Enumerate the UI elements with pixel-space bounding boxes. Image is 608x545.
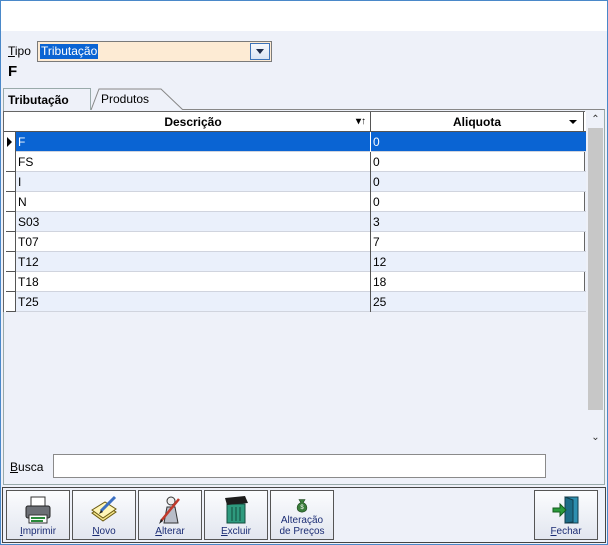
alterar-button[interactable]: Alterar: [138, 490, 202, 540]
row-indicator: [4, 272, 16, 292]
cell-aliquota: 12: [373, 255, 387, 269]
grid-header: Descrição ▾↑ Aliquota: [4, 112, 586, 132]
printer-icon: [25, 496, 51, 524]
row-indicator: [4, 132, 16, 152]
table-row[interactable]: T18 18: [4, 272, 586, 292]
cell-descricao: T12: [18, 252, 371, 272]
table-row[interactable]: T07 7: [4, 232, 586, 252]
tipo-select[interactable]: Tributação: [37, 41, 272, 62]
cell-descricao: FS: [18, 152, 371, 172]
tab-tributacao[interactable]: Tributação: [3, 88, 91, 110]
money-bag-icon: $: [296, 499, 308, 513]
busca-label: Busca: [10, 460, 44, 474]
cell-descricao: F: [18, 132, 371, 152]
vertical-scrollbar[interactable]: ⌃ ⌄: [587, 111, 604, 446]
cell-aliquota: 7: [373, 235, 380, 249]
cell-aliquota: 3: [373, 215, 380, 229]
cell-descricao: N: [18, 192, 371, 212]
excluir-button[interactable]: Excluir: [204, 490, 268, 540]
cell-descricao: T25: [18, 292, 371, 312]
chevron-down-icon: ⌄: [591, 432, 600, 443]
table-row[interactable]: N 0: [4, 192, 586, 212]
current-row-arrow-icon: [7, 137, 12, 147]
new-document-icon: [91, 495, 117, 522]
table-row[interactable]: S03 3: [4, 212, 586, 232]
edit-user-icon: [159, 496, 180, 524]
column-header-descricao[interactable]: Descrição ▾↑: [16, 112, 371, 132]
chevron-up-icon: ⌃: [591, 114, 600, 125]
tipo-selected-value: Tributação: [40, 44, 99, 59]
tab-produtos[interactable]: Produtos: [91, 88, 183, 110]
alteracao-precos-button[interactable]: $ Alteração de Preços: [270, 490, 334, 540]
alterar-label: Alterar: [155, 526, 185, 537]
action-toolbar: Imprimir Novo Alterar Excluir $ Alteraçã…: [2, 487, 606, 543]
alteracao-precos-label: Alteração de Preços: [279, 515, 325, 537]
cell-descricao: T18: [18, 272, 371, 292]
table-row[interactable]: I 0: [4, 172, 586, 192]
cell-descricao: S03: [18, 212, 371, 232]
row-indicator: [4, 232, 16, 252]
column-dropdown-icon: [569, 120, 577, 124]
cell-aliquota: 0: [373, 195, 380, 209]
sort-icon: ▾↑: [355, 116, 366, 127]
cell-descricao: I: [18, 172, 371, 192]
row-indicator: [4, 152, 16, 172]
chevron-down-icon: [256, 49, 264, 54]
column-header-aliquota[interactable]: Aliquota: [371, 112, 584, 132]
cell-aliquota: 25: [373, 295, 387, 309]
current-code: F: [8, 63, 18, 80]
row-indicator: [4, 212, 16, 232]
cell-aliquota: 18: [373, 275, 387, 289]
exit-door-icon: [552, 496, 579, 524]
table-row[interactable]: T12 12: [4, 252, 586, 272]
table-row[interactable]: T25 25: [4, 292, 586, 312]
cell-aliquota: 0: [373, 135, 380, 149]
trash-bin-icon: [225, 496, 248, 524]
scroll-down-button[interactable]: ⌄: [587, 429, 604, 446]
cell-descricao: T07: [18, 232, 371, 252]
cell-aliquota: 0: [373, 155, 380, 169]
scroll-up-button[interactable]: ⌃: [587, 111, 604, 128]
row-indicator: [4, 172, 16, 192]
table-row[interactable]: F 0: [4, 132, 586, 152]
row-indicator: [4, 292, 16, 312]
scroll-thumb[interactable]: [588, 128, 603, 410]
tributacao-grid[interactable]: Descrição ▾↑ Aliquota F 0 FS 0 I 0 N 0 S…: [3, 111, 586, 312]
tipo-dropdown-button[interactable]: [250, 43, 270, 60]
excluir-label: Excluir: [220, 526, 251, 537]
imprimir-label: Imprimir: [19, 526, 57, 537]
novo-label: Novo: [92, 526, 116, 537]
fechar-label: Fechar: [550, 526, 582, 537]
imprimir-button[interactable]: Imprimir: [6, 490, 70, 540]
cell-aliquota: 0: [373, 175, 380, 189]
title-strip: [1, 1, 607, 31]
busca-input[interactable]: [53, 454, 546, 478]
fechar-button[interactable]: Fechar: [534, 490, 598, 540]
tab-bar: Tributação Produtos: [3, 88, 603, 110]
tab-produtos-label: Produtos: [101, 92, 150, 106]
table-row[interactable]: FS 0: [4, 152, 586, 172]
row-indicator: [4, 192, 16, 212]
novo-button[interactable]: Novo: [72, 490, 136, 540]
tipo-label: Tipo: [8, 44, 31, 58]
row-indicator: [4, 252, 16, 272]
